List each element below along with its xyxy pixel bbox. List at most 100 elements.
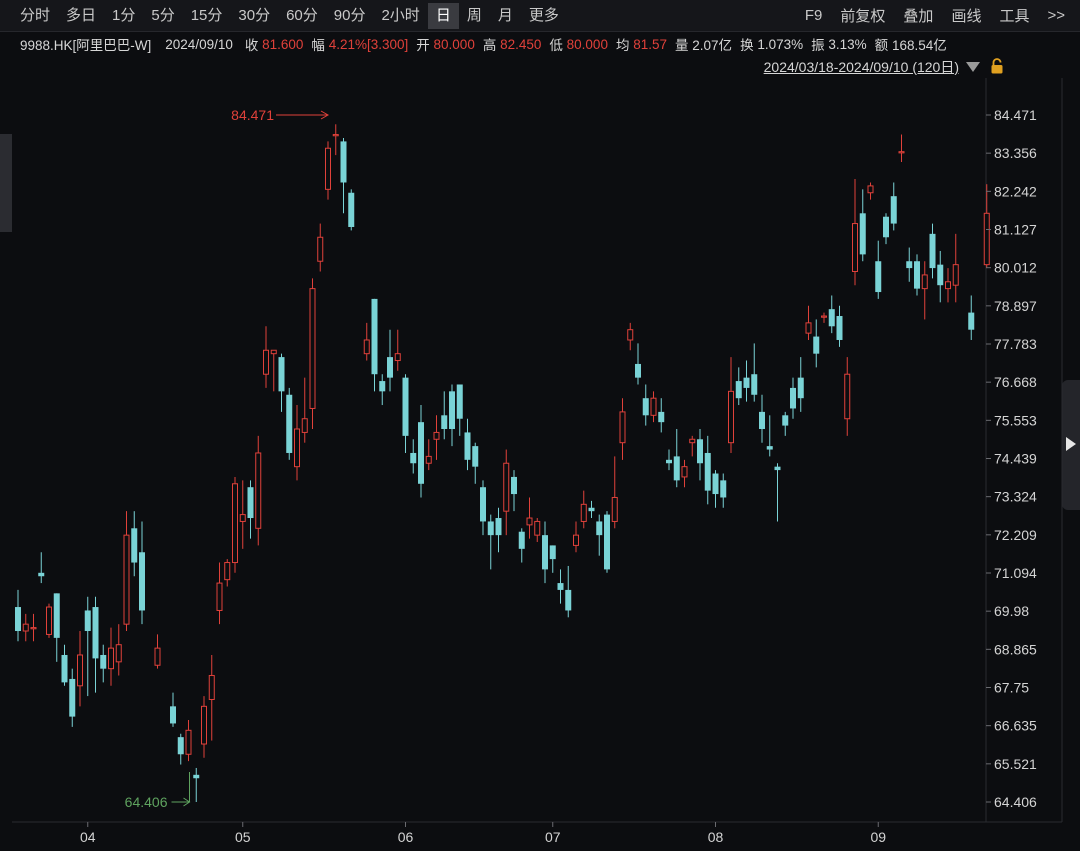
candle-body-up <box>627 329 634 341</box>
candle-body-down <box>371 298 378 375</box>
candle-body-down <box>456 384 463 419</box>
candle-body-down <box>914 261 920 289</box>
candle-body-up <box>983 212 990 266</box>
candle-body-down <box>69 678 76 717</box>
candle-body-down <box>278 357 285 392</box>
candle-body-down <box>890 196 897 224</box>
y-tick-label: 71.094 <box>994 565 1037 581</box>
candle-body-down <box>487 521 494 536</box>
candle-body-down <box>883 216 889 238</box>
candle-body-up <box>433 431 440 440</box>
candle-body-up <box>945 281 951 290</box>
candle-body-up <box>77 654 83 687</box>
candle-body-down <box>92 607 99 659</box>
y-axis: 84.471 83.356 82.242 81.127 80.012 78.897 77.7… <box>986 107 1037 810</box>
candle-body-up <box>239 514 246 522</box>
y-tick-label: 76.668 <box>994 374 1037 390</box>
candle-body-down <box>735 381 742 399</box>
candle-body-up <box>363 339 370 355</box>
candle-body-up <box>611 496 618 522</box>
candle-body-down <box>720 480 727 498</box>
candle-body-down <box>441 415 448 430</box>
candle-body-up <box>650 397 657 416</box>
candle-body-down <box>418 422 424 484</box>
candle-body-down <box>348 192 355 227</box>
candle-body-up <box>425 455 432 464</box>
x-month-label: 06 <box>398 829 414 845</box>
candle-body-up <box>294 428 300 468</box>
y-tick-label: 77.783 <box>994 336 1037 352</box>
candle-body-down <box>340 141 347 183</box>
candle-body-up <box>224 562 231 581</box>
candle-body-down <box>84 610 91 632</box>
x-month-label: 04 <box>80 829 96 845</box>
candle-body-up <box>216 582 223 611</box>
candle-body-down <box>937 264 944 286</box>
candle-body-down <box>518 531 525 549</box>
candle-body-up <box>301 418 308 433</box>
candle-body-down <box>15 607 21 632</box>
candle-body-up <box>805 322 812 334</box>
candle-body-down <box>666 459 672 464</box>
candle-body-up <box>46 606 52 635</box>
candle-body-down <box>642 398 649 416</box>
x-month-label: 05 <box>235 829 251 845</box>
candle-body-down <box>743 377 750 388</box>
candle-body-up <box>689 438 696 444</box>
y-tick-label: 66.635 <box>994 718 1037 734</box>
candle-body-down <box>177 737 184 755</box>
candlestick-chart: 84.471 83.356 82.242 81.127 80.012 78.897 77.7… <box>12 78 1063 845</box>
candle-body-up <box>325 147 331 190</box>
candle-body-down <box>53 593 60 638</box>
y-tick-label: 64.406 <box>994 794 1037 810</box>
candle-body-down <box>704 452 711 491</box>
candle-body-up <box>867 185 874 194</box>
y-tick-label: 74.439 <box>994 451 1037 467</box>
x-month-label: 08 <box>708 829 724 845</box>
candle-body-up <box>255 452 262 529</box>
candle-body-up <box>309 288 316 409</box>
x-month-label: 09 <box>870 829 886 845</box>
candle-body-down <box>813 336 820 354</box>
candle-body-up <box>580 503 587 522</box>
candle-body-up <box>503 462 510 512</box>
candle-body-down <box>193 774 200 779</box>
y-tick-label: 65.521 <box>994 756 1037 772</box>
y-tick-label: 69.98 <box>994 603 1029 619</box>
candle-body-up <box>844 373 851 420</box>
candle-body-down <box>495 518 502 536</box>
candle-body-down <box>797 377 804 399</box>
candle-body-down <box>588 507 595 512</box>
candle-body-up <box>30 627 37 630</box>
candle-body-down <box>759 411 765 430</box>
x-month-label: 07 <box>545 829 561 845</box>
y-tick-label: 67.75 <box>994 680 1029 696</box>
candle-body-down <box>511 476 517 495</box>
candle-body-down <box>402 377 409 436</box>
candle-body-down <box>604 514 610 570</box>
candle-body-down <box>766 446 773 450</box>
candle-body-up <box>263 349 269 375</box>
candle-body-up <box>108 647 114 670</box>
y-tick-label: 83.356 <box>994 145 1037 161</box>
candle-body-up <box>270 349 277 355</box>
candle-body-down <box>968 312 975 330</box>
candle-body-down <box>480 487 486 522</box>
candle-body-down <box>774 466 781 471</box>
candle-body-down <box>596 521 603 536</box>
candle-body-down <box>658 411 665 423</box>
candle-body-up <box>821 315 827 318</box>
candle-body-up <box>952 264 959 286</box>
y-tick-label: 75.553 <box>994 412 1037 428</box>
candle-body-down <box>170 706 176 724</box>
max-annotation-label: 84.471 <box>231 107 274 123</box>
candle-body-up <box>208 675 215 700</box>
candle-body-down <box>673 456 680 481</box>
candle-body-down <box>542 535 548 570</box>
candle-body-down <box>379 381 386 392</box>
candle-body-up <box>22 623 29 632</box>
candle-body-down <box>906 261 913 269</box>
candle-body-down <box>790 387 796 409</box>
y-tick-label: 78.897 <box>994 298 1037 314</box>
candle-body-down <box>100 654 107 669</box>
